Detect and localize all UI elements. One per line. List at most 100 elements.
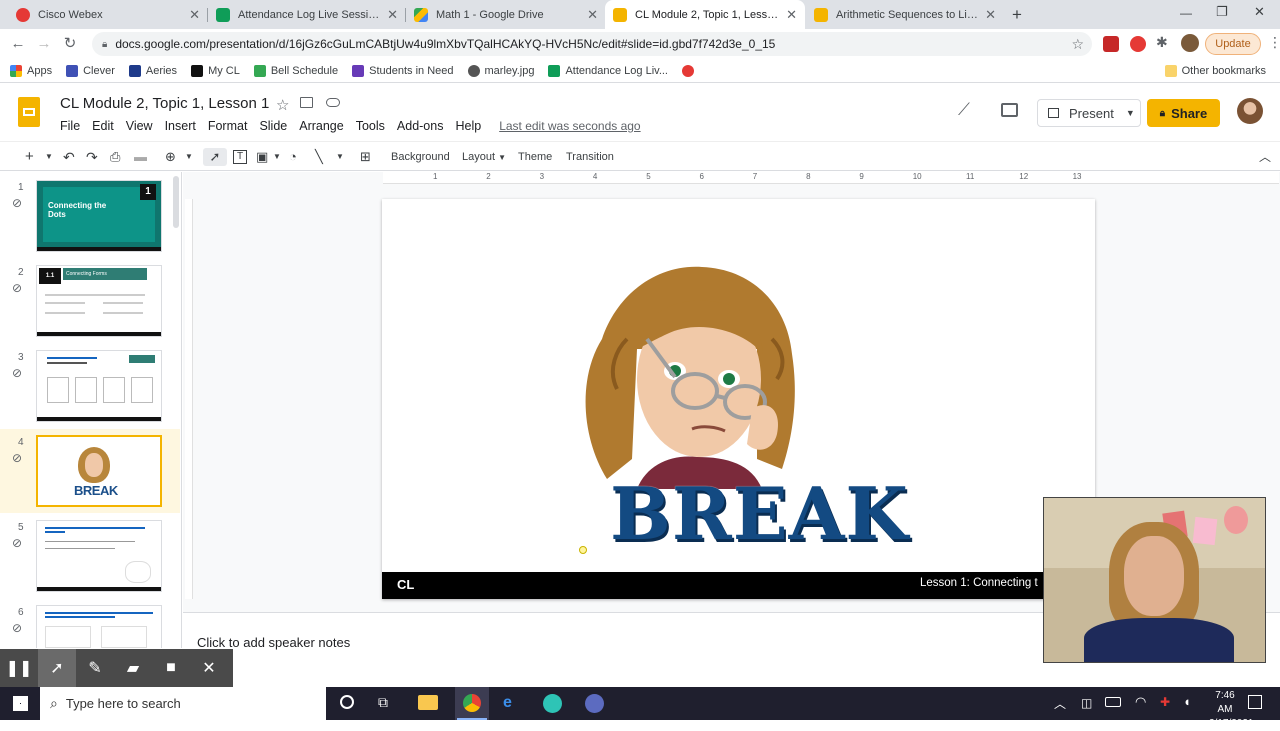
menu-add-ons[interactable]: Add-ons	[397, 119, 444, 133]
filmstrip-item[interactable]: 3 ⊘	[0, 344, 180, 428]
slide-thumbnail[interactable]: Connecting the Dots 1	[36, 180, 162, 252]
layout-button[interactable]: Layout ▼	[462, 148, 506, 166]
tray-app-icon[interactable]: ◫	[1081, 696, 1092, 710]
filmstrip-item[interactable]: 1 ⊘ Connecting the Dots 1	[0, 174, 180, 258]
close-tab-icon[interactable]: ✕	[786, 7, 797, 23]
menu-insert[interactable]: Insert	[165, 119, 196, 133]
other-bookmarks[interactable]: Other bookmarks	[1164, 64, 1266, 77]
activity-dashboard-icon[interactable]: ⟋	[958, 100, 970, 120]
last-edit-link[interactable]: Last edit was seconds ago	[499, 119, 640, 133]
highlighter-icon[interactable]: ▰	[114, 649, 152, 687]
comment-add-icon[interactable]: ⊞	[360, 148, 371, 166]
filmstrip-item[interactable]: 5 ⊘	[0, 514, 180, 598]
bookmark-star-icon[interactable]: ☆	[1071, 36, 1084, 53]
slide-thumbnail[interactable]	[36, 350, 162, 422]
comments-icon[interactable]	[1001, 103, 1018, 117]
filmstrip-item[interactable]: 6 ⊘	[0, 599, 180, 648]
menu-view[interactable]: View	[126, 119, 153, 133]
share-button[interactable]: 🔒︎ Share	[1147, 99, 1220, 127]
back-arrow-icon[interactable]: ←	[8, 34, 28, 54]
undo-icon[interactable]: ↶	[63, 148, 75, 166]
update-button[interactable]: Update	[1205, 33, 1261, 55]
chrome-taskbar-item[interactable]	[455, 687, 489, 720]
close-tab-icon[interactable]: ✕	[587, 7, 598, 23]
wifi-icon[interactable]: ◠	[1135, 694, 1146, 710]
app-taskbar-icon[interactable]	[585, 694, 604, 713]
paint-format-icon[interactable]: ▬	[134, 148, 147, 166]
extension-icon[interactable]	[1130, 36, 1146, 52]
edge-icon[interactable]: e	[503, 694, 512, 712]
slide-thumbnail[interactable]	[36, 605, 162, 648]
kebab-menu-icon[interactable]: ⋮	[1268, 34, 1280, 51]
slide-thumbnail[interactable]: 1.1 Connecting Forms	[36, 265, 162, 337]
puzzle-icon[interactable]: ✱	[1156, 34, 1168, 51]
present-dropdown-icon[interactable]: ▼	[1126, 108, 1135, 118]
select-cursor-icon[interactable]: ➚	[203, 148, 227, 166]
menu-format[interactable]: Format	[208, 119, 248, 133]
camera-icon[interactable]: ■	[152, 649, 190, 687]
shape-icon[interactable]: ◔	[289, 148, 297, 166]
zoom-dropdown-icon[interactable]: ▼	[185, 148, 193, 166]
document-title[interactable]: CL Module 2, Topic 1, Lesson 1	[60, 95, 269, 112]
new-tab-button[interactable]: +	[1012, 5, 1022, 25]
star-icon[interactable]: ☆	[276, 96, 289, 114]
tray-extension-icon[interactable]: ✚	[1160, 695, 1170, 709]
close-window-button[interactable]: ✕	[1254, 4, 1265, 20]
tab-arithmetic-sequences[interactable]: Arithmetic Sequences to Linear F ✕	[806, 0, 1004, 29]
extension-icon[interactable]	[1103, 36, 1119, 52]
maximize-button[interactable]: ❐	[1216, 4, 1228, 20]
line-dropdown-icon[interactable]: ▼	[336, 148, 344, 166]
print-icon[interactable]: ⎙	[110, 148, 120, 166]
image-icon[interactable]: ▣	[256, 148, 268, 166]
profile-avatar[interactable]	[1181, 34, 1199, 52]
address-bar[interactable]: 🔒︎ docs.google.com/presentation/d/16jGz6…	[92, 32, 1092, 56]
move-folder-icon[interactable]	[300, 97, 313, 108]
theme-button[interactable]: Theme	[518, 148, 552, 166]
tab-attendance-log[interactable]: Attendance Log Live Sessions - G ✕	[208, 0, 406, 29]
transition-button[interactable]: Transition	[566, 148, 614, 166]
filmstrip-item[interactable]: 2 ⊘ 1.1 Connecting Forms	[0, 259, 180, 343]
slide-thumbnail[interactable]: BREAK	[36, 435, 162, 507]
volume-icon[interactable]: ◖	[1183, 694, 1191, 709]
redo-icon[interactable]: ↷	[86, 148, 98, 166]
new-slide-plus-icon[interactable]: +	[25, 148, 34, 166]
text-box-icon[interactable]: T	[233, 150, 247, 164]
new-slide-dropdown-icon[interactable]: ▼	[45, 148, 53, 166]
filmstrip-item-selected[interactable]: 4 ⊘ BREAK	[0, 429, 180, 513]
bookmark-bell-schedule[interactable]: Bell Schedule	[253, 64, 338, 77]
menu-slide[interactable]: Slide	[259, 119, 287, 133]
present-button[interactable]: Present ▼	[1037, 99, 1141, 127]
cortana-icon[interactable]	[340, 695, 354, 709]
bookmark-students-in-need[interactable]: Students in Need	[352, 64, 454, 77]
bookmark-attendance-log[interactable]: Attendance Log Liv...	[548, 64, 668, 77]
file-explorer-icon[interactable]	[418, 695, 438, 710]
taskbar-search-box[interactable]: ⌕ Type here to search	[40, 687, 326, 720]
filmstrip-scrollbar[interactable]	[173, 176, 179, 228]
pen-icon[interactable]: ✎	[76, 649, 114, 687]
close-tab-icon[interactable]: ✕	[189, 7, 200, 23]
bookmark-cisco[interactable]	[682, 64, 699, 77]
reload-icon[interactable]: ↻	[60, 34, 80, 54]
bookmark-apps[interactable]: Apps	[10, 64, 52, 77]
webex-taskbar-icon[interactable]	[543, 694, 562, 713]
pointer-cursor-icon[interactable]: ➚	[38, 649, 76, 687]
menu-arrange[interactable]: Arrange	[299, 119, 343, 133]
bookmark-my-cl[interactable]: My CL	[191, 64, 240, 77]
forward-arrow-icon[interactable]: →	[34, 34, 54, 54]
menu-file[interactable]: File	[60, 119, 80, 133]
minimize-button[interactable]: —	[1180, 6, 1192, 20]
windows-start-icon[interactable]	[13, 696, 28, 711]
notification-center-icon[interactable]	[1248, 695, 1262, 709]
line-icon[interactable]: ╲	[315, 148, 323, 166]
bookmark-marley[interactable]: marley.jpg	[467, 64, 534, 77]
close-tab-icon[interactable]: ✕	[387, 7, 398, 23]
zoom-icon[interactable]: ⊕	[165, 148, 176, 166]
pause-icon[interactable]: ❚❚	[0, 649, 38, 687]
close-annotation-icon[interactable]: ✕	[190, 649, 228, 687]
slide-thumbnail[interactable]	[36, 520, 162, 592]
background-button[interactable]: Background	[391, 148, 450, 166]
menu-edit[interactable]: Edit	[92, 119, 114, 133]
account-avatar[interactable]	[1237, 98, 1263, 124]
current-slide[interactable]: BREAK CL Lesson 1: Connecting t	[382, 199, 1095, 599]
tab-cl-module-active[interactable]: CL Module 2, Topic 1, Lesson 1 - ✕	[605, 0, 805, 29]
